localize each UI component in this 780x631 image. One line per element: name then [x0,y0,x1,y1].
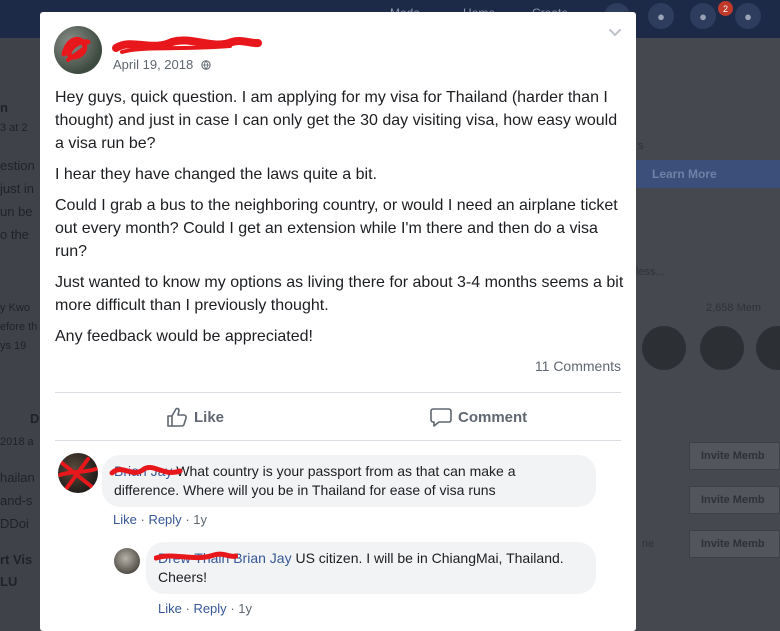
post-date[interactable]: April 19, 2018 [113,57,211,72]
post-body: Hey guys, quick question. I am applying … [55,86,630,356]
member-count: 2,658 Mem [706,302,762,314]
comment-button[interactable]: Comment [430,404,527,430]
bg-fragment: 2018 a [0,436,34,448]
bg-fragment: o the [0,227,29,242]
bg-fragment: and-s [0,493,33,508]
invite-member-button[interactable]: Invite Memb [689,442,780,470]
background-left-column: n 3 at 2 estion just in un be o the y Kw… [0,38,40,631]
bg-fragment: ne [642,538,655,550]
comment-bubble: Brian Jay What country is your passport … [102,455,596,507]
redaction-mark [58,457,98,491]
bg-fragment: ys 19 [0,340,27,352]
comment-age[interactable]: 1y [238,601,252,616]
avatar[interactable] [114,548,140,574]
like-label: Like [194,408,225,426]
bg-fragment: hailan [0,470,35,485]
comment-reply-link[interactable]: Reply [148,512,181,527]
help-icon[interactable]: ● [735,3,761,29]
bg-fragment: n [0,100,8,115]
bg-fragment: just in [0,181,34,196]
bg-fragment: LU [0,574,18,589]
redaction-mark [61,36,91,62]
bg-fragment: rt Vis [0,552,33,567]
post-paragraph: Hey guys, quick question. I am applying … [55,89,618,152]
comment-like-link[interactable]: Like [158,601,182,616]
thumbs-up-icon [167,407,187,427]
avatar[interactable] [58,453,98,493]
redaction-mark [109,465,183,476]
author-name-redacted[interactable] [112,34,262,56]
bg-fragment: un be [0,204,33,219]
globe-icon [201,60,211,70]
post-paragraph: Just wanted to know my options as living… [55,274,624,314]
background-right-column: s Learn More less... 2,658 Mem Invite Me… [636,38,780,631]
post-modal: April 19, 2018 Hey guys, quick question.… [40,12,636,631]
bg-fragment: s [638,140,644,152]
notifications-icon[interactable]: ● [690,3,716,29]
member-avatar [700,326,744,370]
comment-like-link[interactable]: Like [113,512,137,527]
reply-bubble: Drew Thain Brian Jay US citizen. I will … [146,542,596,594]
comments-count-link[interactable]: 11 Comments [535,358,621,374]
bg-fragment: estion [0,158,35,173]
invite-member-button[interactable]: Invite Memb [689,530,780,558]
bg-fragment: 3 at 2 [0,122,28,134]
divider [55,440,621,441]
reply-redacted-author[interactable]: Drew Thain [154,549,238,568]
post-paragraph: I hear they have changed the laws quite … [55,166,377,183]
redaction-mark [154,551,238,561]
reply-actions: Like · Reply · 1y [158,601,252,616]
bg-fragment: efore th [0,321,38,333]
comment-icon [430,408,452,427]
avatar[interactable] [54,26,102,74]
bg-fragment: y Kwo [0,302,30,314]
comment-actions: Like · Reply · 1y [113,512,207,527]
bg-fragment: DDoi [0,516,29,531]
chevron-down-icon[interactable] [608,28,622,38]
bg-fragment: less... [636,266,665,278]
comment-author[interactable]: Brian Jay [233,550,291,566]
member-avatar [642,326,686,370]
comment-label: Comment [458,408,528,426]
learn-more-button[interactable]: Learn More [636,160,780,188]
post-paragraph: Any feedback would be appreciated! [55,328,313,345]
post-date-text[interactable]: April 19, 2018 [113,57,193,72]
member-avatar [756,326,780,370]
post-paragraph: Could I grab a bus to the neighboring co… [55,197,618,260]
comment-reply-link[interactable]: Reply [193,601,226,616]
divider [55,392,621,393]
invite-member-button[interactable]: Invite Memb [689,486,780,514]
comment-age[interactable]: 1y [193,512,207,527]
messenger-icon[interactable]: ● [648,3,674,29]
notification-badge: 2 [718,1,733,16]
bg-fragment: D [30,411,40,426]
like-button[interactable]: Like [166,404,224,430]
